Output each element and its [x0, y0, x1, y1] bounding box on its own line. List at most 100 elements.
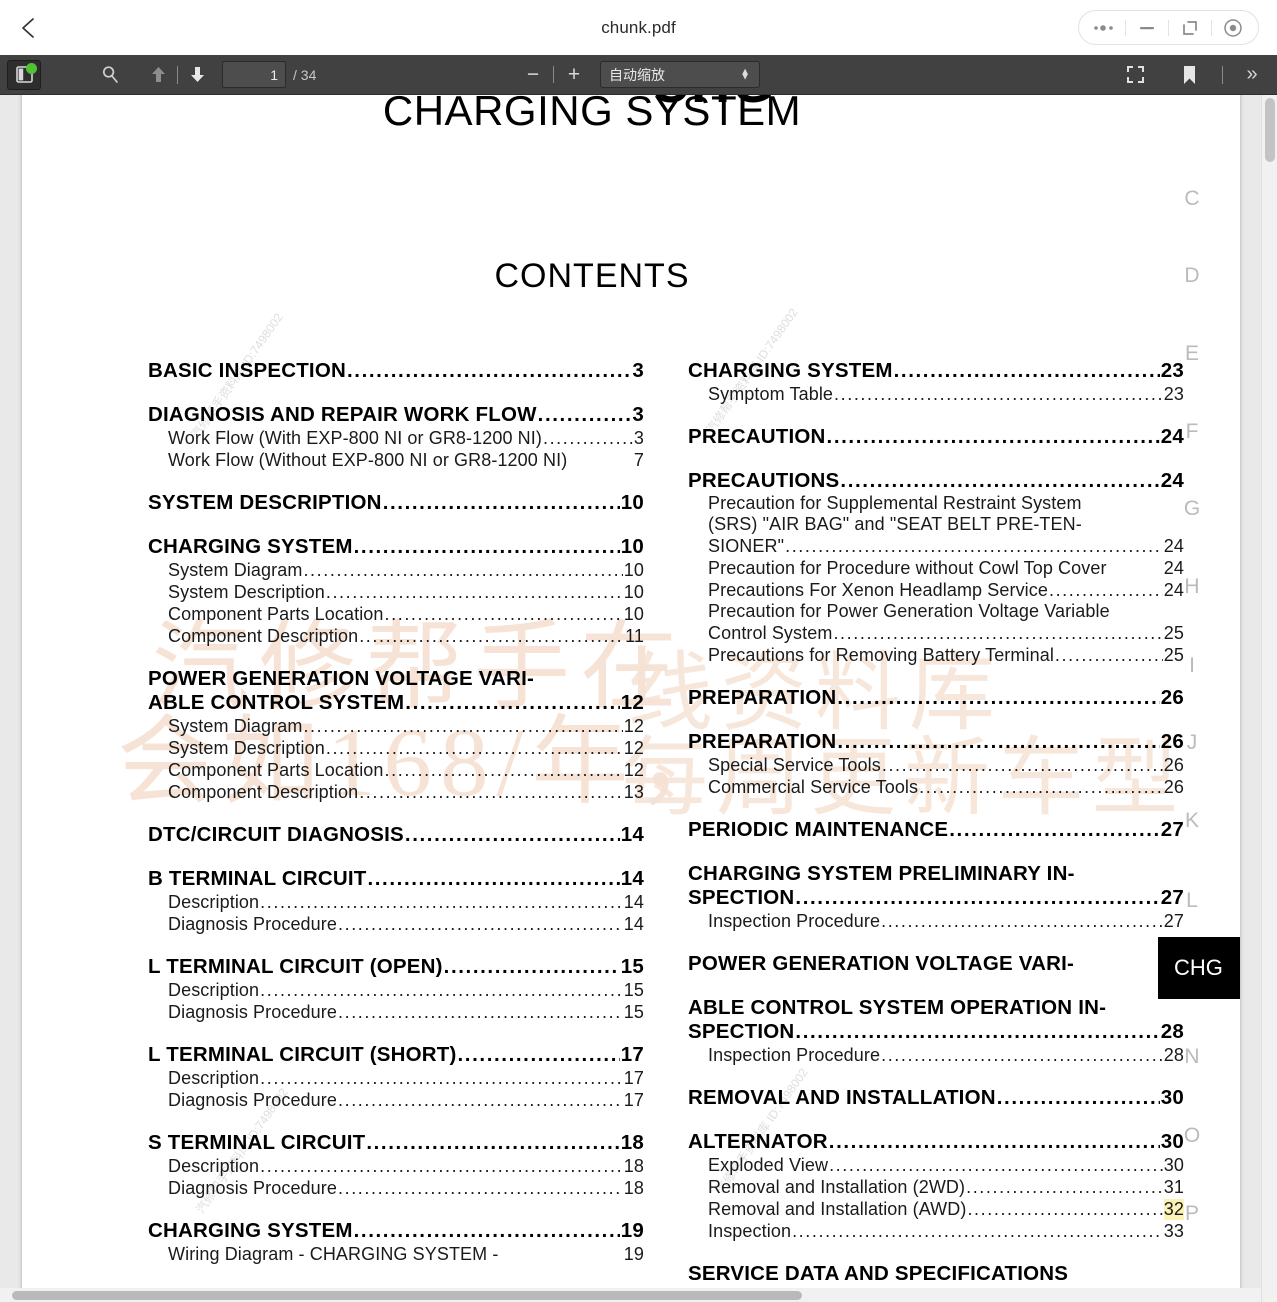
next-page-button[interactable]: [182, 60, 212, 90]
toc-leader-dots: ........................................…: [834, 384, 1163, 404]
toc-entry-text[interactable]: Precaution for Power Generation Voltage …: [688, 601, 1184, 622]
toc-entry[interactable]: SPECTION ...............................…: [688, 886, 1184, 910]
toc-entry[interactable]: PERIODIC MAINTENANCE ...................…: [688, 818, 1184, 842]
toc-entry[interactable]: Control System .........................…: [688, 623, 1184, 644]
toc-entry[interactable]: Commercial Service Tools ...............…: [688, 777, 1184, 798]
divider: [553, 66, 554, 83]
toc-entry[interactable]: DIAGNOSIS AND REPAIR WORK FLOW .........…: [148, 403, 644, 427]
toc-entry[interactable]: PREPARATION ............................…: [688, 730, 1184, 754]
vertical-scrollbar-thumb[interactable]: [1265, 98, 1275, 162]
toc-entry[interactable]: L TERMINAL CIRCUIT (SHORT) .............…: [148, 1043, 644, 1067]
toc-entry[interactable]: Description ............................…: [148, 980, 644, 1001]
toc-entry-label: System Diagram: [168, 716, 303, 736]
toc-entry[interactable]: Description ............................…: [148, 1068, 644, 1089]
toc-entry-text[interactable]: Precaution for Supplemental Restraint Sy…: [688, 493, 1184, 514]
section-tab-d[interactable]: D: [1162, 264, 1222, 288]
toc-leader-dots: ........................................…: [829, 1155, 1163, 1175]
bookmark-button[interactable]: [1174, 60, 1204, 90]
toc-entry[interactable]: Special Service Tools ..................…: [688, 755, 1184, 776]
toc-entry[interactable]: L TERMINAL CIRCUIT (OPEN) ..............…: [148, 955, 644, 979]
toc-entry[interactable]: Diagnosis Procedure ....................…: [148, 914, 644, 935]
toc-leader-dots: ........................................…: [346, 359, 632, 382]
toc-entry[interactable]: System Description .....................…: [148, 738, 644, 759]
toc-entry[interactable]: Inspection .............................…: [688, 1221, 1184, 1242]
toc-entry[interactable]: Component Description ..................…: [148, 626, 644, 647]
toc-entry[interactable]: Work Flow (Without EXP-800 NI or GR8-120…: [148, 450, 644, 471]
pdf-viewer[interactable]: 汽修帮手在 会如168/年， 线资料库 每周更新车型 汽修帮手资料库 ID:74…: [0, 95, 1277, 1302]
toc-entry[interactable]: System Diagram .........................…: [148, 716, 644, 737]
toc-leader-dots: ........................................…: [384, 760, 623, 780]
toc-entry[interactable]: PREPARATION ............................…: [688, 686, 1184, 710]
toc-entry[interactable]: REMOVAL AND INSTALLATION ...............…: [688, 1086, 1184, 1110]
toc-entry[interactable]: Symptom Table ..........................…: [688, 384, 1184, 405]
divider: [177, 65, 178, 84]
more-options-button[interactable]: [1083, 11, 1125, 44]
toc-entry[interactable]: CHARGING SYSTEM ........................…: [688, 359, 1184, 383]
toc-entry[interactable]: SIONER" ................................…: [688, 536, 1184, 557]
horizontal-scrollbar-thumb[interactable]: [12, 1291, 802, 1300]
sidebar-toggle-button[interactable]: [7, 59, 41, 90]
toc-entry[interactable]: Diagnosis Procedure ....................…: [148, 1002, 644, 1023]
toc-entry[interactable]: Exploded View ..........................…: [688, 1155, 1184, 1176]
toc-entry[interactable]: Removal and Installation (2WD) .........…: [688, 1177, 1184, 1198]
toc-entry-text[interactable]: SERVICE DATA AND SPECIFICATIONS: [688, 1262, 1184, 1286]
maximize-button[interactable]: [1169, 11, 1211, 44]
toc-entry[interactable]: DTC/CIRCUIT DIAGNOSIS ..................…: [148, 823, 644, 847]
toc-entry[interactable]: Component Parts Location ...............…: [148, 604, 644, 625]
more-tools-button[interactable]: »: [1237, 60, 1267, 90]
toc-entry-text[interactable]: POWER GENERATION VOLTAGE VARI-: [148, 667, 644, 691]
zoom-out-button[interactable]: −: [520, 62, 546, 88]
toc-entry-page: 17: [620, 1043, 644, 1066]
toc-entry-page: 30: [1160, 1130, 1184, 1153]
toc-entry-text[interactable]: POWER GENERATION VOLTAGE VARI-: [688, 952, 1184, 976]
toc-entry[interactable]: SYSTEM DESCRIPTION .....................…: [148, 491, 644, 515]
zoom-in-button[interactable]: +: [561, 62, 587, 88]
toc-entry[interactable]: Inspection Procedure ...................…: [688, 911, 1184, 932]
toc-entry[interactable]: S TERMINAL CIRCUIT .....................…: [148, 1131, 644, 1155]
toc-entry[interactable]: Precautions for Removing Battery Termina…: [688, 645, 1184, 666]
toc-entry[interactable]: PRECAUTIONS ............................…: [688, 469, 1184, 493]
toc-entry[interactable]: ABLE CONTROL SYSTEM ....................…: [148, 691, 644, 715]
previous-page-button[interactable]: [143, 60, 173, 90]
zoom-level-select[interactable]: 自动缩放 ▲ ▼: [600, 61, 760, 88]
toc-entry[interactable]: Description ............................…: [148, 892, 644, 913]
toc-entry-page: 23: [1160, 359, 1184, 382]
toc-entry[interactable]: Component Description ..................…: [148, 782, 644, 803]
toc-entry[interactable]: Precaution for Procedure without Cowl To…: [688, 558, 1184, 579]
minimize-button[interactable]: [1126, 11, 1168, 44]
pdf-toolbar: / 34 − + 自动缩放 ▲▼ »: [0, 55, 1277, 95]
toc-entry[interactable]: System Description .....................…: [148, 582, 644, 603]
presentation-mode-button[interactable]: [1120, 60, 1150, 90]
page-number-input[interactable]: [222, 61, 286, 88]
toc-entry[interactable]: Work Flow (With EXP-800 NI or GR8-1200 N…: [148, 428, 644, 449]
close-button[interactable]: [1212, 11, 1254, 44]
toc-entry[interactable]: CHARGING SYSTEM ........................…: [148, 1219, 644, 1243]
toc-entry[interactable]: Inspection Procedure ...................…: [688, 1045, 1184, 1066]
toc-entry[interactable]: PRECAUTION .............................…: [688, 425, 1184, 449]
toc-entry[interactable]: BASIC INSPECTION .......................…: [148, 359, 644, 383]
toc-entry[interactable]: Component Parts Location ...............…: [148, 760, 644, 781]
toc-entry-text[interactable]: CHARGING SYSTEM PRELIMINARY IN-: [688, 862, 1184, 886]
toc-entry[interactable]: B TERMINAL CIRCUIT .....................…: [148, 867, 644, 891]
toc-entry-text[interactable]: (SRS) "AIR BAG" and "SEAT BELT PRE-TEN-: [688, 514, 1184, 535]
toc-entry[interactable]: Wiring Diagram - CHARGING SYSTEM - 19: [148, 1244, 644, 1265]
toc-leader-dots: ........................................…: [325, 582, 623, 602]
section-tab-c[interactable]: C: [1162, 187, 1222, 211]
toc-leader-dots: ........................................…: [382, 491, 620, 514]
toc-entry[interactable]: CHARGING SYSTEM ........................…: [148, 535, 644, 559]
horizontal-scrollbar[interactable]: [0, 1288, 1261, 1302]
toc-entry[interactable]: ALTERNATOR .............................…: [688, 1130, 1184, 1154]
toc-entry[interactable]: Description ............................…: [148, 1156, 644, 1177]
search-button[interactable]: [95, 60, 125, 90]
vertical-scrollbar[interactable]: [1261, 95, 1277, 1302]
toc-entry-label: Inspection: [708, 1221, 792, 1241]
toc-entry-page: 26: [1163, 755, 1184, 775]
toc-entry[interactable]: Diagnosis Procedure ....................…: [148, 1178, 644, 1199]
toc-entry[interactable]: Removal and Installation (AWD) .........…: [688, 1199, 1184, 1220]
toc-entry[interactable]: Precautions For Xenon Headlamp Service .…: [688, 580, 1184, 601]
toc-entry[interactable]: SPECTION ...............................…: [688, 1020, 1184, 1044]
toc-entry[interactable]: Diagnosis Procedure ....................…: [148, 1090, 644, 1111]
toc-entry-text[interactable]: ABLE CONTROL SYSTEM OPERATION IN-: [688, 996, 1184, 1020]
toc-entry[interactable]: System Diagram .........................…: [148, 560, 644, 581]
toc-leader-dots: ........................................…: [260, 980, 623, 1000]
